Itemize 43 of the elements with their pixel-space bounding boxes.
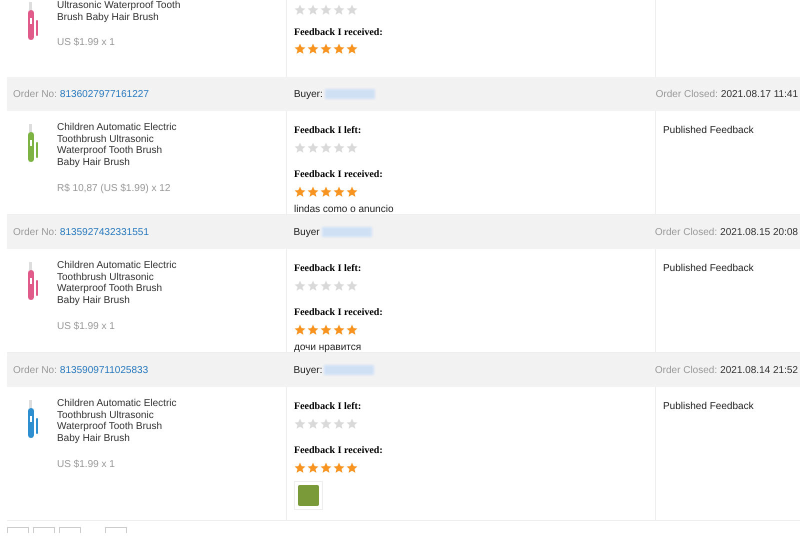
feedback-label: Feedback I received: bbox=[294, 306, 384, 320]
feedback-label: Feedback I left: bbox=[294, 262, 362, 276]
order-number-link[interactable]: 8136027977161227 bbox=[60, 86, 149, 102]
order-label: Order No: bbox=[13, 226, 57, 240]
order-label: Order No: bbox=[13, 88, 57, 102]
closed-date: 2021.08.14 21:52 bbox=[720, 364, 798, 378]
closed-label: Order Closed: bbox=[654, 364, 718, 378]
product-price: US $1.99 x 1 bbox=[57, 320, 116, 334]
feedback-label: Feedback I received: bbox=[294, 26, 384, 40]
blurred-name bbox=[322, 227, 372, 237]
pagination-button[interactable] bbox=[7, 527, 29, 533]
pagination-button[interactable] bbox=[33, 527, 55, 533]
closed-label: Order Closed: bbox=[654, 226, 718, 240]
product-title[interactable]: Children Automatic Electric Toothbrush Ultrasonic Waterproof Tooth Brush Baby Hair Brush bbox=[57, 122, 187, 169]
order-label: Order No: bbox=[13, 364, 57, 378]
product-title[interactable]: Children Automatic Electric Toothbrush Ultrasonic Waterproof Tooth Brush Baby Hair Brush bbox=[57, 398, 187, 445]
product-price: US $1.99 x 1 bbox=[57, 36, 116, 50]
order-number-link[interactable]: 8135927432331551 bbox=[60, 224, 149, 240]
feedback-status: Published Feedback bbox=[663, 400, 755, 414]
buyer-label: Buyer: bbox=[294, 364, 322, 378]
feedback-label: Feedback I left: bbox=[294, 400, 362, 414]
feedback-label: Feedback I received: bbox=[294, 444, 384, 458]
feedback-label: Feedback I left: bbox=[294, 124, 362, 138]
product-title[interactable]: Ultrasonic Waterproof Tooth Brush Baby Hair Brush bbox=[57, 0, 187, 24]
closed-date: 2021.08.15 20:08 bbox=[720, 226, 798, 240]
closed-date: 2021.08.17 11:41 bbox=[720, 88, 798, 102]
blurred-name bbox=[324, 89, 375, 99]
pagination-button[interactable] bbox=[105, 527, 127, 533]
buyer-label: Buyer bbox=[294, 226, 320, 240]
order-number-link[interactable]: 8135909711025833 bbox=[60, 362, 148, 378]
pagination-button[interactable] bbox=[59, 527, 81, 533]
product-price: R$ 10,87 (US $1.99) x 12 bbox=[57, 182, 172, 196]
feedback-comment: lindas como o anuncio bbox=[294, 203, 395, 217]
buyer-label: Buyer: bbox=[294, 88, 323, 102]
photo-thumbnail[interactable] bbox=[294, 481, 323, 510]
blurred-name bbox=[324, 365, 374, 375]
product-price: US $1.99 x 1 bbox=[57, 458, 116, 472]
closed-label: Order Closed: bbox=[656, 88, 718, 102]
feedback-comment: дочи нравится bbox=[294, 341, 362, 355]
product-title[interactable]: Children Automatic Electric Toothbrush Ultrasonic Waterproof Tooth Brush Baby Hair Brush bbox=[57, 260, 187, 307]
feedback-status: Published Feedback bbox=[663, 124, 755, 138]
feedback-status: Published Feedback bbox=[663, 262, 755, 276]
feedback-label: Feedback I received: bbox=[294, 168, 384, 182]
